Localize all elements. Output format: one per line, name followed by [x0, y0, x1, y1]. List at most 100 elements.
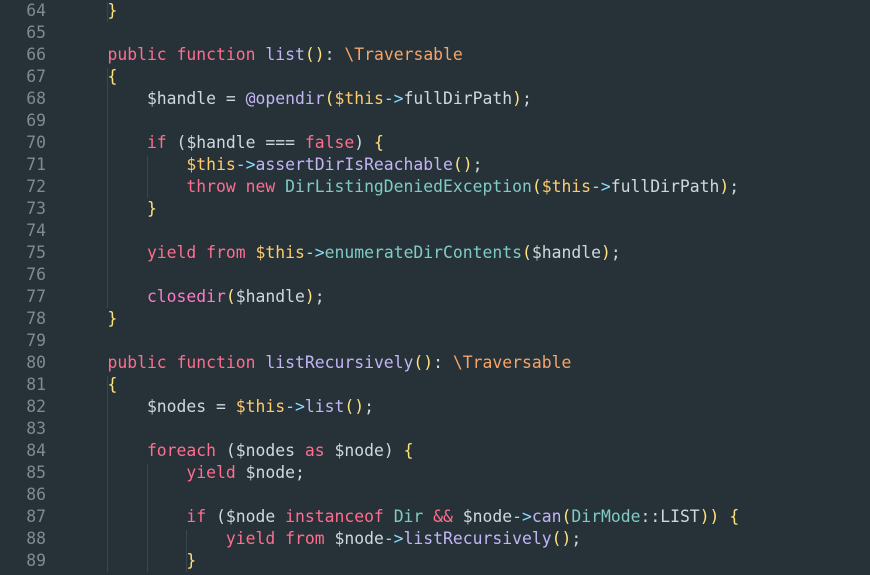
code-token: list: [265, 45, 305, 64]
code-line[interactable]: 87 if ($node instanceof Dir && $node->ca…: [0, 506, 870, 528]
code-area[interactable]: 64 } 65 66 public function list(): \Traver…: [0, 0, 870, 575]
code-token: if: [68, 133, 167, 152]
code-line[interactable]: 73 }: [0, 198, 870, 220]
code-token: ): [600, 243, 611, 262]
code-line[interactable]: 89 }: [0, 550, 870, 572]
code-line[interactable]: 71 $this->assertDirIsReachable();: [0, 154, 870, 176]
code-token: $node: [334, 441, 384, 460]
code-line[interactable]: 66 public function list(): \Traversable: [0, 44, 870, 66]
line-number: 83: [26, 419, 46, 438]
code-text: }: [68, 308, 117, 330]
code-token: $node: [334, 529, 384, 548]
code-token: (: [561, 507, 572, 526]
code-token: \Traversable: [452, 353, 572, 372]
code-text: $this->assertDirIsReachable();: [68, 154, 482, 176]
code-line[interactable]: 81 {: [0, 374, 870, 396]
code-token: closedir: [68, 287, 226, 306]
code-token: throw: [68, 177, 236, 196]
code-line[interactable]: 83: [0, 418, 870, 440]
code-token: @opendir: [245, 89, 325, 108]
code-line[interactable]: 80 public function listRecursively(): \T…: [0, 352, 870, 374]
code-line[interactable]: 72 throw new DirListingDeniedException($…: [0, 176, 870, 198]
code-text: $nodes = $this->list();: [68, 396, 374, 418]
code-line[interactable]: 68 $handle = @opendir($this->fullDirPath…: [0, 88, 870, 110]
code-line[interactable]: 78 }: [0, 308, 870, 330]
line-number: 89: [26, 551, 46, 570]
code-text: yield $node;: [68, 462, 305, 484]
code-token: ;: [571, 529, 582, 548]
code-line[interactable]: 82 $nodes = $this->list();: [0, 396, 870, 418]
code-token: assertDirIsReachable: [255, 155, 453, 174]
line-number: 84: [26, 441, 46, 460]
line-number: 64: [26, 1, 46, 20]
code-token: ): [383, 441, 404, 460]
code-token: DirListingDeniedException: [285, 177, 532, 196]
code-token: }: [68, 551, 197, 570]
code-token: Dir: [393, 507, 424, 526]
code-line[interactable]: 64 }: [0, 0, 870, 22]
code-line[interactable]: 79: [0, 330, 870, 352]
code-token: ->: [512, 507, 532, 526]
code-line[interactable]: 67 {: [0, 66, 870, 88]
code-line[interactable]: 76: [0, 264, 870, 286]
code-token: ===: [255, 133, 305, 152]
code-token: {: [729, 507, 740, 526]
code-line[interactable]: 74: [0, 220, 870, 242]
code-token: (: [531, 177, 542, 196]
line-number: 80: [26, 353, 46, 372]
code-token: new: [245, 177, 276, 196]
code-token: DirMode: [571, 507, 641, 526]
code-text: yield from $node->listRecursively();: [68, 528, 581, 550]
code-token: :: [433, 353, 453, 372]
code-token: {: [68, 67, 118, 86]
code-line[interactable]: 85 yield $node;: [0, 462, 870, 484]
code-line[interactable]: 65: [0, 22, 870, 44]
code-line[interactable]: 77 closedir($handle);: [0, 286, 870, 308]
code-token: ;: [294, 463, 305, 482]
code-text: throw new DirListingDeniedException($thi…: [68, 176, 739, 198]
code-line[interactable]: 86: [0, 484, 870, 506]
code-token: ): [719, 177, 730, 196]
code-text: {: [68, 374, 117, 396]
code-token: $node: [462, 507, 513, 526]
code-line[interactable]: 69: [0, 110, 870, 132]
code-token: from: [285, 529, 325, 548]
code-line[interactable]: 88 yield from $node->listRecursively();: [0, 528, 870, 550]
code-text: }: [68, 550, 196, 572]
code-token: $node: [225, 507, 276, 526]
code-token: ): [354, 133, 374, 152]
code-line[interactable]: 75 yield from $this->enumerateDirContent…: [0, 242, 870, 264]
code-token: (: [324, 89, 335, 108]
code-token: public: [68, 353, 167, 372]
code-token: listRecursively: [403, 529, 552, 548]
code-token: $handle: [531, 243, 601, 262]
code-token: (: [225, 287, 236, 306]
code-token: as: [304, 441, 325, 460]
code-text: }: [68, 0, 117, 22]
code-line[interactable]: 70 if ($handle === false) {: [0, 132, 870, 154]
line-number: 74: [26, 221, 46, 240]
code-text: {: [68, 66, 117, 88]
code-editor[interactable]: 64 } 65 66 public function list(): \Traver…: [0, 0, 870, 575]
code-token: }: [68, 1, 118, 20]
code-text: public function listRecursively(): \Trav…: [68, 352, 571, 374]
code-token: (: [522, 243, 532, 262]
code-token: list: [304, 397, 345, 416]
code-text: if ($handle === false) {: [68, 132, 384, 154]
code-token: ->: [383, 89, 404, 108]
code-token: $handle: [235, 287, 305, 306]
code-text: $handle = @opendir($this->fullDirPath);: [68, 88, 532, 110]
code-token: LIST: [660, 507, 700, 526]
code-line[interactable]: 84 foreach ($nodes as $node) {: [0, 440, 870, 462]
line-number: 73: [26, 199, 46, 218]
